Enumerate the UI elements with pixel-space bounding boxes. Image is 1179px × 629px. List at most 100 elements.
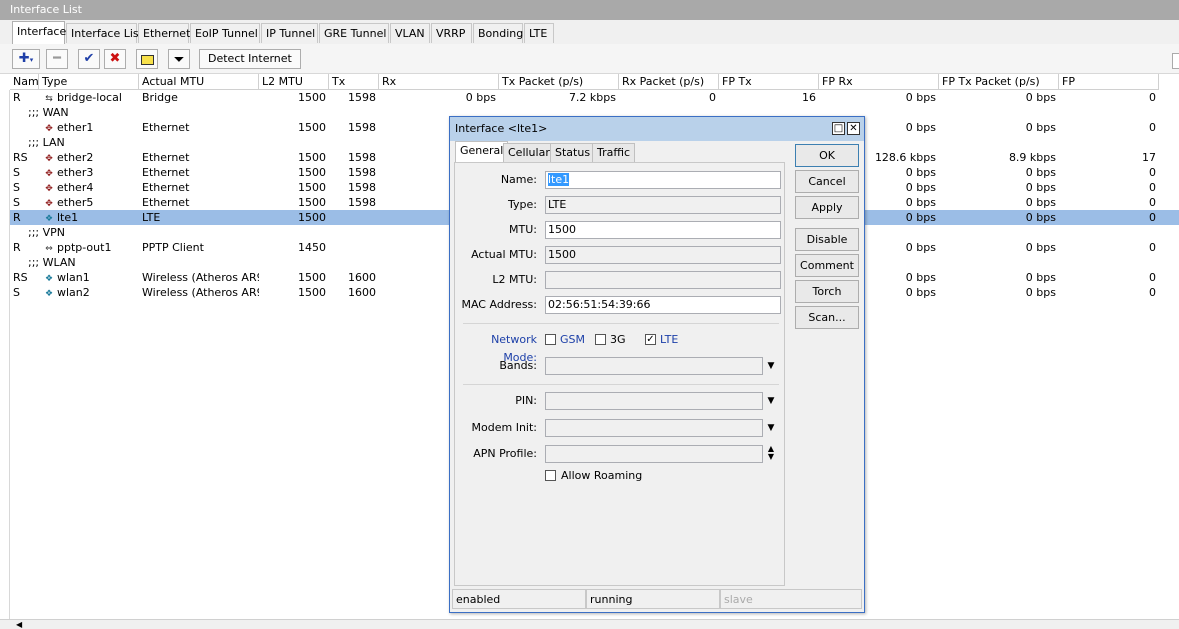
row-flags: S bbox=[13, 286, 20, 299]
tab-traffic[interactable]: Traffic bbox=[592, 143, 636, 162]
column-header[interactable]: Type bbox=[39, 74, 139, 90]
allow-roaming-checkbox[interactable] bbox=[545, 470, 556, 481]
tab-interface[interactable]: Interface bbox=[12, 21, 66, 44]
cell-mtu: 1500 bbox=[298, 121, 326, 134]
row-name-text: wlan1 bbox=[57, 271, 90, 284]
row-name: ✥ ether5 bbox=[39, 195, 139, 210]
row-name-text: pptp-out1 bbox=[57, 241, 112, 254]
row-name-text: ether3 bbox=[57, 166, 94, 179]
cell-type: Ethernet bbox=[142, 181, 190, 194]
tab-status[interactable]: Status bbox=[550, 143, 596, 162]
gsm-label: GSM bbox=[560, 333, 585, 346]
search-box[interactable] bbox=[1172, 53, 1179, 69]
l2-mtu-label: L2 MTU: bbox=[492, 273, 537, 286]
row-flags: R bbox=[13, 211, 21, 224]
ok-button[interactable]: OK bbox=[795, 144, 859, 167]
tab-ethernet[interactable]: Ethernet bbox=[138, 23, 190, 43]
cell-type: Ethernet bbox=[142, 151, 190, 164]
comment-button[interactable]: Comment bbox=[795, 254, 859, 277]
cell-type: Ethernet bbox=[142, 121, 190, 134]
apn-updown-icon[interactable]: ▲ ▼ bbox=[765, 445, 777, 463]
pin-field[interactable] bbox=[545, 392, 763, 410]
cell-type: Ethernet bbox=[142, 196, 190, 209]
cell-fptxp: 0 bbox=[1149, 286, 1156, 299]
modem-init-field[interactable] bbox=[545, 419, 763, 437]
cell-fprx: 0 bps bbox=[1025, 181, 1056, 194]
disable-button[interactable]: Disable bbox=[795, 228, 859, 251]
scroll-left-icon[interactable]: ◀ bbox=[16, 620, 22, 629]
column-header[interactable]: Name bbox=[10, 74, 39, 90]
column-header[interactable]: Tx Packet (p/s) bbox=[499, 74, 619, 90]
dialog-title-text: Interface <lte1> bbox=[455, 122, 548, 135]
row-name: ✥ ether4 bbox=[39, 180, 139, 195]
cell-fptxp: 0 bbox=[1149, 181, 1156, 194]
actual-mtu-label: Actual MTU: bbox=[471, 248, 537, 261]
column-header[interactable]: Rx bbox=[379, 74, 499, 90]
gsm-checkbox[interactable] bbox=[545, 334, 556, 345]
tab-ip-tunnel[interactable]: IP Tunnel bbox=[261, 23, 318, 43]
column-header[interactable]: L2 MTU bbox=[259, 74, 329, 90]
modem-init-dropdown-icon[interactable]: ▼ bbox=[765, 419, 777, 437]
add-button[interactable]: ✚▾ bbox=[12, 49, 40, 69]
apply-button[interactable]: Apply bbox=[795, 196, 859, 219]
remove-button[interactable]: ━ bbox=[46, 49, 68, 69]
filter-button[interactable]: ⏷ bbox=[168, 49, 190, 69]
apn-profile-field[interactable] bbox=[545, 445, 763, 463]
cell-l2: 1600 bbox=[348, 271, 376, 284]
column-header[interactable]: Rx Packet (p/s) bbox=[619, 74, 719, 90]
cell-fprx: 0 bps bbox=[1025, 286, 1056, 299]
tab-general[interactable]: General bbox=[455, 141, 509, 163]
status-slave: slave bbox=[720, 589, 862, 609]
row-flags: S bbox=[13, 181, 20, 194]
3g-checkbox[interactable] bbox=[595, 334, 606, 345]
row-name-text: ether5 bbox=[57, 196, 94, 209]
bands-field[interactable] bbox=[545, 357, 763, 375]
column-header[interactable]: FP Rx bbox=[819, 74, 939, 90]
cell-l2 bbox=[329, 210, 379, 225]
tab-gre-tunnel[interactable]: GRE Tunnel bbox=[319, 23, 389, 43]
interface-dialog: Interface <lte1> □ ✕ General Cellular St… bbox=[449, 116, 865, 613]
modem-init-label: Modem Init: bbox=[471, 421, 537, 434]
enable-button[interactable]: ✔ bbox=[78, 49, 100, 69]
tab-lte[interactable]: LTE bbox=[524, 23, 554, 43]
section-label: ;;; VPN bbox=[28, 226, 66, 239]
tab-vlan[interactable]: VLAN bbox=[390, 23, 430, 43]
maximize-button[interactable]: □ bbox=[832, 122, 845, 135]
cell-mtu: 1500 bbox=[298, 166, 326, 179]
cell-l2: 1598 bbox=[348, 181, 376, 194]
tab-cellular[interactable]: Cellular bbox=[503, 143, 555, 162]
horizontal-scrollbar[interactable]: ◀ bbox=[0, 619, 1179, 629]
close-button[interactable]: ✕ bbox=[847, 122, 860, 135]
tab-vrrp[interactable]: VRRP bbox=[431, 23, 472, 43]
bands-dropdown-icon[interactable]: ▼ bbox=[765, 357, 777, 375]
bands-label: Bands: bbox=[499, 359, 537, 372]
tab-eoip-tunnel[interactable]: EoIP Tunnel bbox=[190, 23, 260, 43]
disable-button[interactable]: ✖ bbox=[104, 49, 126, 69]
torch-button[interactable]: Torch bbox=[795, 280, 859, 303]
mtu-field[interactable]: 1500 bbox=[545, 221, 781, 239]
table-row[interactable]: R ⇆ bridge-local Bridge 1500 1598 0 bps 7.2 kbp… bbox=[10, 90, 1179, 105]
bridge-icon: ⇆ bbox=[45, 94, 53, 104]
scan-button[interactable]: Scan... bbox=[795, 306, 859, 329]
cell-mtu: 1500 bbox=[298, 196, 326, 209]
cell-type: LTE bbox=[142, 211, 161, 224]
comment-button[interactable] bbox=[136, 49, 158, 69]
column-header[interactable]: Tx bbox=[329, 74, 379, 90]
column-header[interactable]: Actual MTU bbox=[139, 74, 259, 90]
dialog-title: Interface <lte1> □ ✕ bbox=[450, 117, 864, 141]
tab-bonding[interactable]: Bonding bbox=[473, 23, 523, 43]
lte-icon: ❖ bbox=[44, 214, 54, 224]
name-field[interactable]: lte1 bbox=[545, 171, 781, 189]
cancel-button[interactable]: Cancel bbox=[795, 170, 859, 193]
lte-checkbox[interactable]: ✓ bbox=[645, 334, 656, 345]
column-header[interactable]: FP Tx Packet (p/s) bbox=[939, 74, 1059, 90]
actual-mtu-field: 1500 bbox=[545, 246, 781, 264]
detect-internet-button[interactable]: Detect Internet bbox=[199, 49, 301, 69]
column-header[interactable]: FP bbox=[1059, 74, 1159, 90]
separator bbox=[463, 384, 779, 385]
mtu-label: MTU: bbox=[509, 223, 537, 236]
mac-field[interactable]: 02:56:51:54:39:66 bbox=[545, 296, 781, 314]
column-header[interactable]: FP Tx bbox=[719, 74, 819, 90]
pin-dropdown-icon[interactable]: ▼ bbox=[765, 392, 777, 410]
tab-interface-list[interactable]: Interface List bbox=[66, 23, 143, 43]
